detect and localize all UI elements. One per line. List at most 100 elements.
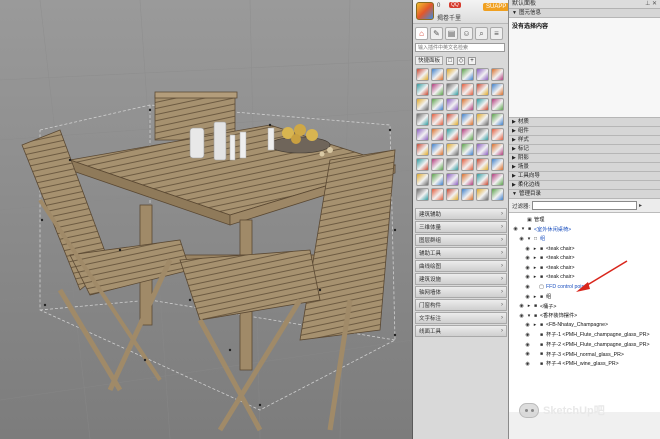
outliner-row[interactable]: ◉ ▾ ■ <香杯装饰摆件> <box>509 311 660 321</box>
plugin-tool-icon[interactable] <box>416 158 429 171</box>
cart-icon[interactable]: ▤ <box>445 27 458 40</box>
visibility-eye-icon[interactable]: ◉ <box>524 284 531 290</box>
quick-panel-label[interactable]: 快捷面板 <box>415 56 444 65</box>
plugin-tool-icon[interactable] <box>461 83 474 96</box>
plugin-tool-icon[interactable] <box>476 83 489 96</box>
visibility-eye-icon[interactable]: ◉ <box>524 274 531 280</box>
home-icon[interactable]: ⌂ <box>415 27 428 40</box>
plugin-tool-icon[interactable] <box>446 83 459 96</box>
plugin-tool-icon[interactable] <box>461 173 474 186</box>
category-item[interactable]: 三维体量 › <box>415 221 507 233</box>
plugin-tool-icon[interactable] <box>491 113 504 126</box>
plugin-tool-icon[interactable] <box>461 158 474 171</box>
plugin-tool-icon[interactable] <box>416 173 429 186</box>
category-item[interactable]: 文字标注 › <box>415 312 507 324</box>
plugin-tool-icon[interactable] <box>446 98 459 111</box>
tray-section[interactable]: ▶ 阴影 <box>509 154 660 163</box>
menu-icon[interactable]: ≡ <box>490 27 503 40</box>
plugin-tool-icon[interactable] <box>491 68 504 81</box>
plugin-tool-icon[interactable] <box>416 68 429 81</box>
plugin-tool-icon[interactable] <box>491 98 504 111</box>
plugin-tool-icon[interactable] <box>461 188 474 201</box>
plugin-tool-icon[interactable] <box>431 113 444 126</box>
outliner-row[interactable]: ◉ ▾ ■ <室外休闲桌椅> <box>509 225 660 235</box>
tray-section[interactable]: ▶ 材质 <box>509 118 660 127</box>
plugin-tool-icon[interactable] <box>431 83 444 96</box>
suapp-badge[interactable]: SUAPP <box>483 3 510 11</box>
visibility-eye-icon[interactable]: ◉ <box>524 332 531 338</box>
visibility-eye-icon[interactable]: ◉ <box>524 322 531 328</box>
visibility-eye-icon[interactable]: ◉ <box>524 294 531 300</box>
plugin-tool-icon[interactable] <box>461 143 474 156</box>
plugin-tool-icon[interactable] <box>491 128 504 141</box>
outliner-row[interactable]: ◉ ▸ ■ <FB-Nhatay_Champagne> <box>509 321 660 331</box>
search-icon[interactable]: ⌕ <box>475 27 488 40</box>
plugin-tool-icon[interactable] <box>461 113 474 126</box>
square-icon[interactable]: □ <box>446 56 455 65</box>
outliner-row[interactable]: ◉ ■ 杯子-1 <PMH_Flute_champagne_glass_PR> <box>509 330 660 340</box>
plugin-tool-icon[interactable] <box>416 128 429 141</box>
plugin-tool-icon[interactable] <box>416 113 429 126</box>
outliner-row[interactable]: ◉ ■ 杯子-2 <PMH_Flute_champagne_glass_PR> <box>509 340 660 350</box>
plugin-tool-icon[interactable] <box>476 173 489 186</box>
plugin-tool-icon[interactable] <box>461 128 474 141</box>
visibility-eye-icon[interactable]: ◉ <box>512 226 519 232</box>
category-item[interactable]: 建筑设施 › <box>415 273 507 285</box>
category-item[interactable]: 建筑辅助 › <box>415 208 507 220</box>
expand-options-icon[interactable]: ▸ <box>639 202 647 210</box>
plugin-tool-icon[interactable] <box>446 143 459 156</box>
visibility-eye-icon[interactable]: ◉ <box>524 255 531 261</box>
category-item[interactable]: 图层群组 › <box>415 234 507 246</box>
plugin-tool-icon[interactable] <box>491 143 504 156</box>
plugin-tool-icon[interactable] <box>476 128 489 141</box>
plugin-tool-icon[interactable] <box>491 173 504 186</box>
model-viewport[interactable] <box>0 0 412 439</box>
plugin-tool-icon[interactable] <box>446 113 459 126</box>
category-item[interactable]: 辅助工具 › <box>415 247 507 259</box>
plugin-tool-icon[interactable] <box>476 98 489 111</box>
visibility-eye-icon[interactable]: ◉ <box>524 265 531 271</box>
plugin-tool-icon[interactable] <box>431 98 444 111</box>
plugin-tool-icon[interactable] <box>416 143 429 156</box>
plugin-tool-icon[interactable] <box>446 158 459 171</box>
plugin-tool-icon[interactable] <box>446 173 459 186</box>
tray-section[interactable]: ▶ 组件 <box>509 127 660 136</box>
plugin-tool-icon[interactable] <box>431 68 444 81</box>
entity-info-header[interactable]: ▼ 图元信息 <box>509 9 660 18</box>
visibility-eye-icon[interactable]: ◉ <box>518 313 525 319</box>
plugin-tool-icon[interactable] <box>416 188 429 201</box>
visibility-eye-icon[interactable]: ◉ <box>524 246 531 252</box>
plugin-search-input[interactable] <box>415 43 505 52</box>
plugin-tool-icon[interactable] <box>476 113 489 126</box>
filter-input[interactable] <box>532 201 638 210</box>
plugin-tool-icon[interactable] <box>491 158 504 171</box>
category-item[interactable]: 线面工具 › <box>415 325 507 337</box>
outliner-row[interactable]: ◉ ■ 杯子-3 <PMH_normal_glass_PR> <box>509 349 660 359</box>
category-item[interactable]: 轴网墙体 › <box>415 286 507 298</box>
user-icon[interactable]: ☺ <box>460 27 473 40</box>
outliner-row[interactable]: ▣ 管理 <box>509 215 660 225</box>
tray-section[interactable]: ▶ 柔化边线 <box>509 181 660 190</box>
plugin-tool-icon[interactable] <box>476 188 489 201</box>
visibility-eye-icon[interactable]: ◉ <box>524 342 531 348</box>
plugin-tool-icon[interactable] <box>461 68 474 81</box>
plugin-tool-icon[interactable] <box>476 158 489 171</box>
plugin-tool-icon[interactable] <box>446 188 459 201</box>
plugin-tool-icon[interactable] <box>431 173 444 186</box>
diamond-icon[interactable]: ◇ <box>457 56 466 65</box>
visibility-eye-icon[interactable]: ◉ <box>518 236 525 242</box>
plugin-tool-icon[interactable] <box>416 83 429 96</box>
tray-section[interactable]: ▶ 标记 <box>509 145 660 154</box>
plugin-tool-icon[interactable] <box>431 128 444 141</box>
tray-section[interactable]: ▶ 样式 <box>509 136 660 145</box>
outliner-row[interactable]: ◉ ▾ □ 组 <box>509 234 660 244</box>
pin-icon[interactable]: ⊥ ✕ <box>645 0 657 8</box>
plugin-tool-icon[interactable] <box>446 128 459 141</box>
plugin-tool-icon[interactable] <box>476 68 489 81</box>
qq-badge[interactable]: QQ <box>449 2 461 8</box>
tools-icon[interactable]: ✎ <box>430 27 443 40</box>
tray-section[interactable]: ▶ 场景 <box>509 163 660 172</box>
outliner-header[interactable]: ▼ 管理目录 <box>509 190 660 199</box>
visibility-eye-icon[interactable]: ◉ <box>524 361 531 367</box>
plugin-tool-icon[interactable] <box>491 83 504 96</box>
